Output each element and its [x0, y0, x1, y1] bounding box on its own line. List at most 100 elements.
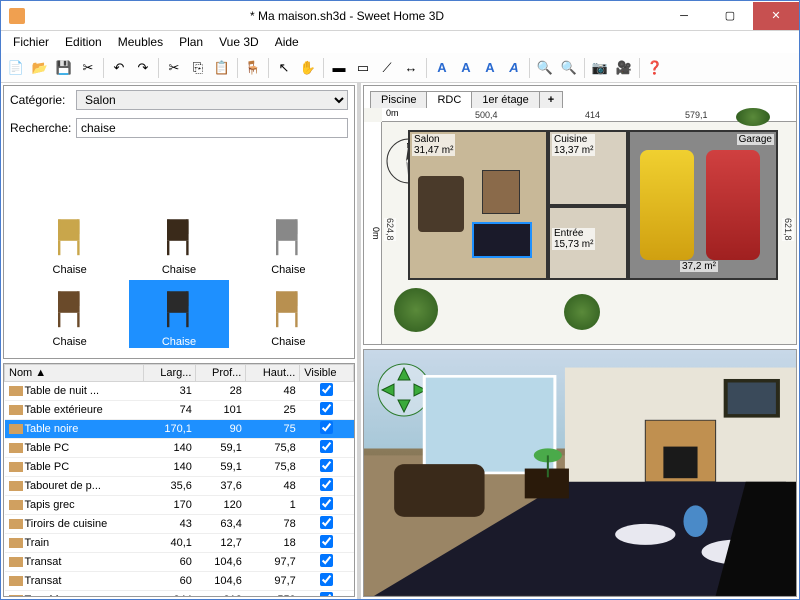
table-row[interactable]: Transat60104,697,7: [5, 553, 354, 572]
column-header[interactable]: Larg...: [144, 365, 196, 382]
room-salon[interactable]: Salon31,47 m²: [408, 130, 548, 280]
catalog-item[interactable]: Chaise: [239, 280, 338, 348]
visible-checkbox[interactable]: [320, 440, 333, 453]
catalog-item[interactable]: Chaise: [129, 208, 228, 276]
new-icon[interactable]: 📄: [5, 57, 27, 79]
visible-checkbox[interactable]: [320, 459, 333, 472]
add-furniture-icon[interactable]: 🪑: [242, 57, 264, 79]
save-icon[interactable]: 💾: [53, 57, 75, 79]
catalog-item[interactable]: Chaise: [20, 208, 119, 276]
table-row[interactable]: Table noire170,19075: [5, 420, 354, 439]
visible-checkbox[interactable]: [320, 421, 333, 434]
table-row[interactable]: Table PC14059,175,8: [5, 458, 354, 477]
polyline-icon[interactable]: ⟋: [376, 57, 398, 79]
room-garage[interactable]: Garage 37,2 m²: [628, 130, 778, 280]
select-icon[interactable]: ↖: [273, 57, 295, 79]
tree-icon: [394, 288, 438, 332]
plan-tabs: PiscineRDC1er étage+: [364, 86, 796, 108]
menu-meubles[interactable]: Meubles: [110, 33, 171, 51]
menu-vue3d[interactable]: Vue 3D: [211, 33, 267, 51]
table-row[interactable]: Train40,112,718: [5, 534, 354, 553]
table-row[interactable]: Tabouret de p...35,637,648: [5, 477, 354, 496]
camera-icon[interactable]: 📷: [589, 57, 611, 79]
visible-checkbox[interactable]: [320, 402, 333, 415]
menu-edition[interactable]: Edition: [57, 33, 110, 51]
menu-fichier[interactable]: Fichier: [5, 33, 57, 51]
table-row[interactable]: Table extérieure7410125: [5, 401, 354, 420]
visible-checkbox[interactable]: [320, 554, 333, 567]
furniture-row-icon: [9, 443, 23, 453]
visible-checkbox[interactable]: [320, 383, 333, 396]
plan-canvas[interactable]: 0m 0m N 500,4 414 579,1 624,8 621,8 Salo…: [364, 108, 796, 344]
text-bold-icon[interactable]: A: [479, 57, 501, 79]
close-button[interactable]: ✕: [753, 2, 799, 30]
menu-aide[interactable]: Aide: [267, 33, 307, 51]
zoom-out-icon[interactable]: 🔍: [558, 57, 580, 79]
minimize-button[interactable]: ─: [661, 2, 707, 30]
room-entree[interactable]: Entrée15,73 m²: [548, 206, 628, 280]
chair-icon: [264, 356, 312, 358]
visible-checkbox[interactable]: [320, 573, 333, 586]
catalog-item-label: Chaise: [162, 264, 196, 276]
plan-tab[interactable]: 1er étage: [471, 91, 539, 108]
furniture-row-icon: [9, 576, 23, 586]
plan-tab[interactable]: Piscine: [370, 91, 427, 108]
room-cuisine[interactable]: Cuisine13,37 m²: [548, 130, 628, 206]
chair-icon: [155, 356, 203, 358]
maximize-button[interactable]: ▢: [707, 2, 753, 30]
column-header[interactable]: Haut...: [246, 365, 300, 382]
catalog-item[interactable]: Chaise: [20, 280, 119, 348]
column-header[interactable]: Visible: [300, 365, 354, 382]
room-icon[interactable]: ▭: [352, 57, 374, 79]
add-tab-button[interactable]: +: [539, 91, 563, 108]
text-a1-icon[interactable]: A: [431, 57, 453, 79]
car-red-icon: [706, 150, 760, 260]
video-icon[interactable]: 🎥: [613, 57, 635, 79]
catalog-item[interactable]: Chaise: [239, 352, 338, 358]
rug-icon: [482, 170, 520, 214]
dimension-icon[interactable]: ↔: [400, 57, 422, 79]
search-input[interactable]: [76, 118, 348, 138]
copy-icon[interactable]: ⎘: [187, 57, 209, 79]
chair-icon: [46, 212, 94, 260]
undo-icon[interactable]: ↶: [108, 57, 130, 79]
paste-icon[interactable]: 📋: [211, 57, 233, 79]
cut-icon[interactable]: ✂: [163, 57, 185, 79]
zoom-in-icon[interactable]: 🔍: [534, 57, 556, 79]
view3d-panel[interactable]: [363, 349, 797, 597]
visible-checkbox[interactable]: [320, 592, 333, 597]
table-row[interactable]: Table de nuit ...312848: [5, 382, 354, 401]
chair-icon: [155, 212, 203, 260]
menu-plan[interactable]: Plan: [171, 33, 211, 51]
sofa-3d-icon: [394, 464, 484, 517]
visible-checkbox[interactable]: [320, 478, 333, 491]
table-row[interactable]: Transat60104,697,7: [5, 572, 354, 591]
table-row[interactable]: Tremble344312559: [5, 591, 354, 598]
pan-icon[interactable]: ✋: [297, 57, 319, 79]
text-italic-icon[interactable]: A: [503, 57, 525, 79]
help-icon[interactable]: ❓: [644, 57, 666, 79]
visible-checkbox[interactable]: [320, 535, 333, 548]
category-select[interactable]: Salon: [76, 90, 348, 110]
table-row[interactable]: Tapis grec1701201: [5, 496, 354, 515]
plan-tab[interactable]: RDC: [426, 91, 472, 108]
prefs-icon[interactable]: ✂: [77, 57, 99, 79]
table-row[interactable]: Table PC14059,175,8: [5, 439, 354, 458]
redo-icon[interactable]: ↷: [132, 57, 154, 79]
visible-checkbox[interactable]: [320, 516, 333, 529]
wall-icon[interactable]: ▬: [328, 57, 350, 79]
column-header[interactable]: Nom ▲: [5, 365, 144, 382]
table-row[interactable]: Tiroirs de cuisine4363,478: [5, 515, 354, 534]
catalog-item[interactable]: Chaise: [129, 280, 228, 348]
catalog-item[interactable]: Chaise: [239, 208, 338, 276]
catalog-item[interactable]: Chaise: [129, 352, 228, 358]
furniture-row-icon: [9, 595, 23, 597]
furniture-row-icon: [9, 500, 23, 510]
column-header[interactable]: Prof...: [196, 365, 246, 382]
catalog-item[interactable]: Chaise: [20, 352, 119, 358]
table-selected-icon[interactable]: [472, 222, 532, 258]
text-a2-icon[interactable]: A: [455, 57, 477, 79]
search-label: Recherche:: [10, 121, 72, 135]
visible-checkbox[interactable]: [320, 497, 333, 510]
open-icon[interactable]: 📂: [29, 57, 51, 79]
